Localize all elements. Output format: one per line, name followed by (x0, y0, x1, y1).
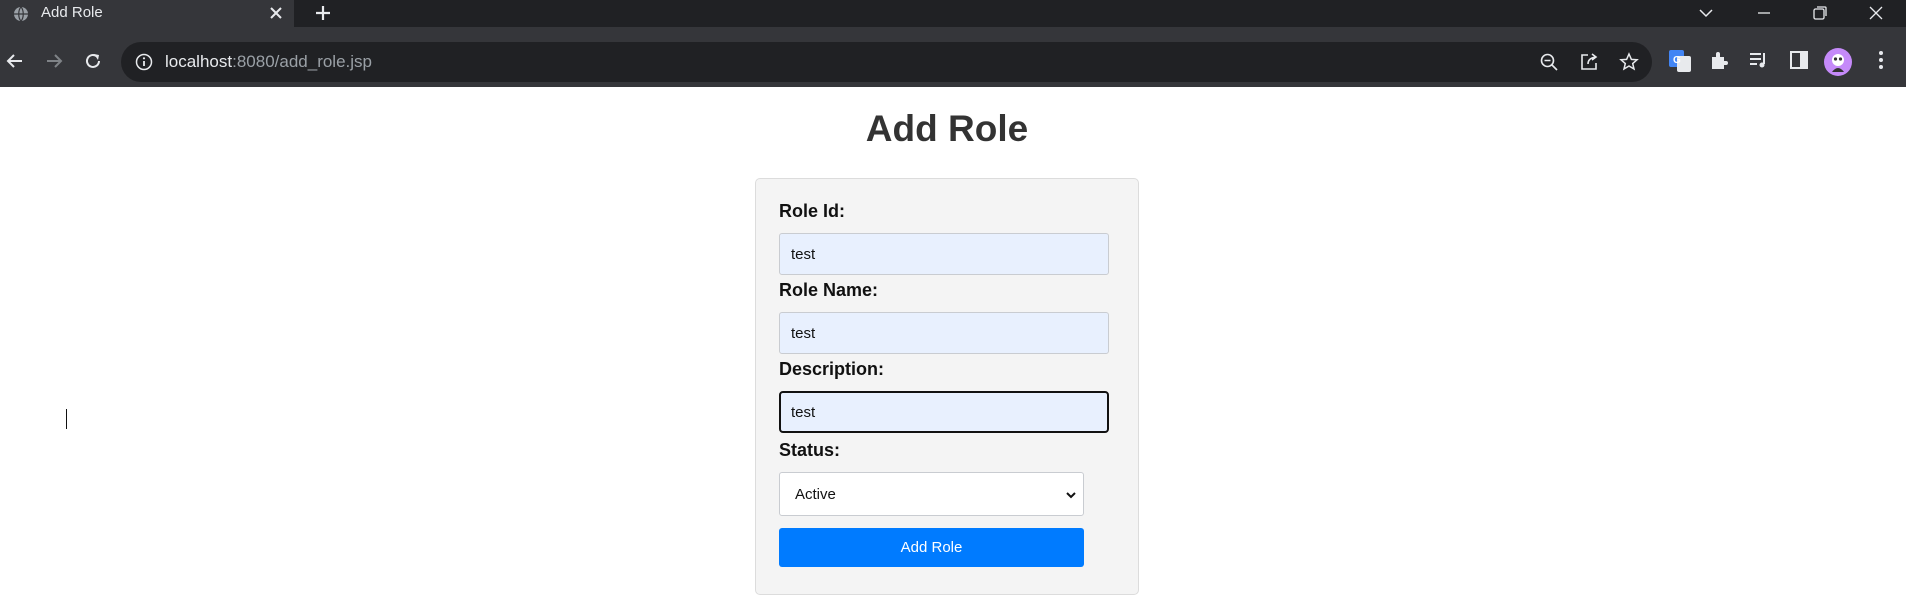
chevron-down-icon[interactable] (1696, 3, 1716, 28)
info-icon[interactable] (135, 53, 153, 76)
role-name-input[interactable] (779, 312, 1109, 354)
role-name-label: Role Name: (779, 280, 879, 300)
zoom-out-icon[interactable] (1539, 52, 1559, 77)
add-role-form: Role Id: Role Name: Description: Status:… (755, 178, 1139, 595)
address-bar[interactable]: localhost:8080/add_role.jsp (121, 42, 1652, 82)
plus-icon[interactable] (313, 3, 333, 28)
role-id-label: Role Id: (779, 201, 845, 221)
reload-icon[interactable] (82, 50, 104, 77)
add-role-button[interactable]: Add Role (779, 528, 1084, 567)
description-label: Description: (779, 359, 885, 379)
role-id-input[interactable] (779, 233, 1109, 275)
google-translate-icon[interactable]: G (1668, 49, 1692, 78)
side-panel-icon[interactable] (1788, 49, 1810, 76)
page-title: Add Role (865, 108, 1029, 149)
kebab-menu-icon[interactable] (1877, 49, 1885, 76)
description-input[interactable] (779, 391, 1109, 433)
forward-arrow-icon[interactable] (43, 50, 65, 77)
close-icon[interactable] (268, 5, 284, 25)
puzzle-extension-icon[interactable] (1708, 49, 1730, 76)
media-queue-icon[interactable] (1748, 49, 1770, 76)
star-icon[interactable] (1619, 52, 1639, 77)
share-icon[interactable] (1579, 52, 1599, 77)
url-host: localhost (165, 52, 233, 71)
back-arrow-icon[interactable] (4, 50, 26, 77)
url-text: localhost:8080/add_role.jsp (165, 52, 372, 72)
chevron-down-icon (1064, 488, 1078, 506)
avatar[interactable] (1824, 48, 1852, 76)
globe-icon (13, 6, 29, 26)
restore-icon[interactable] (1810, 3, 1830, 28)
url-path: :8080/add_role.jsp (232, 52, 372, 71)
svg-text:G: G (1673, 55, 1681, 66)
text-caret (66, 409, 67, 429)
status-label: Status: (779, 440, 841, 460)
close-window-icon[interactable] (1866, 3, 1886, 28)
browser-tab[interactable]: Add Role (0, 0, 294, 27)
minimize-icon[interactable] (1754, 3, 1774, 28)
tab-title: Add Role (41, 4, 103, 21)
status-select[interactable]: Active (779, 472, 1084, 516)
status-selected-value: Active (795, 486, 836, 503)
tab-strip: Add Role (0, 0, 1906, 27)
